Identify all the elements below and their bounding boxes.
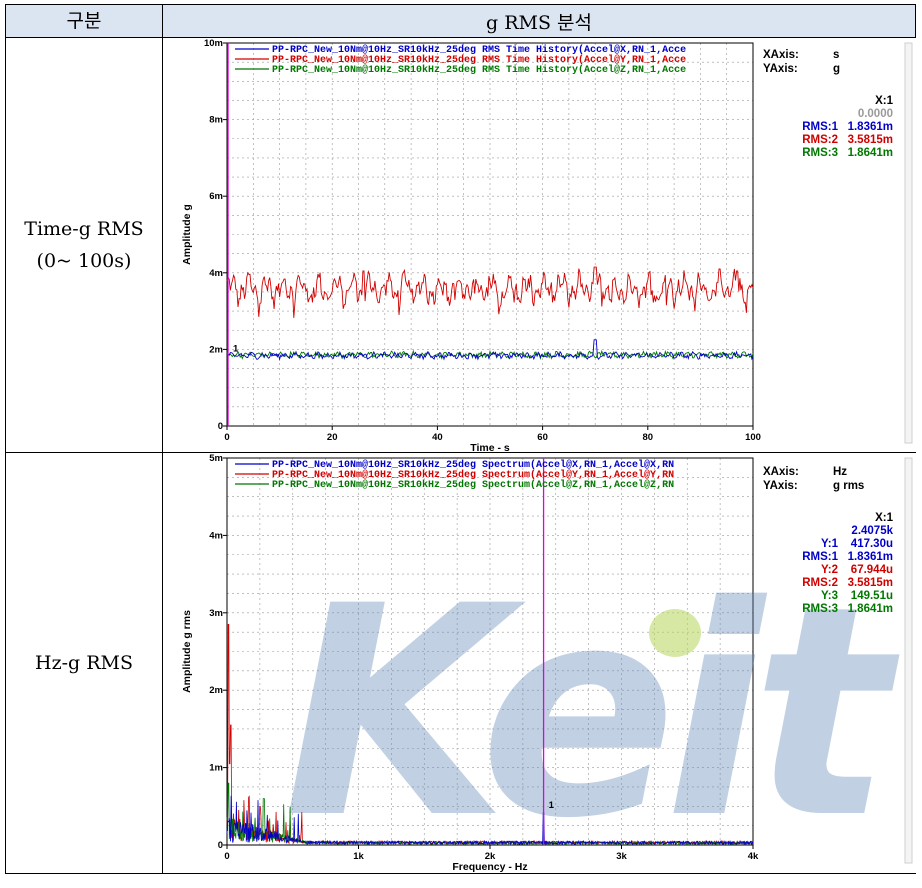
- row-label-time-line1: Time-g RMS: [24, 218, 144, 240]
- keit-watermark: Keit: [283, 545, 901, 873]
- readout-rms3-label: RMS:3: [802, 147, 838, 159]
- xaxis-label: XAxis:: [763, 49, 799, 61]
- time-rms-chart: 0 20 40 60 80 100 0 2m 4m 6m 8m 10m Time - s Amplitud…: [163, 38, 916, 452]
- header-analysis: g RMS 분석: [162, 4, 916, 38]
- readout-rms3-value: 1.8641m: [848, 147, 893, 159]
- spectrum-chart: 0 1k 2k 3k 4k01m2m3m4m5mFrequency - HzAmplit…: [163, 453, 916, 873]
- readout-y2-value: 67.944u: [851, 564, 893, 576]
- x-tick-label: 0: [224, 851, 229, 862]
- watermark-dot: [649, 609, 701, 657]
- x-axis-label: Time - s: [470, 442, 510, 452]
- readout-y1-value: 417.30u: [851, 538, 893, 550]
- xaxis-unit: s: [833, 49, 839, 61]
- y-axis-label: Amplitude g: [181, 204, 193, 265]
- readout-rms2-label: RMS:2: [802, 577, 838, 589]
- readout-x1-value: 2.4075k: [851, 525, 893, 537]
- y-tick-label: 10m: [204, 38, 223, 49]
- readout-rms1-label: RMS:1: [802, 121, 838, 133]
- cursor-label: 1: [549, 800, 555, 811]
- readout-y2-label: Y:2: [821, 564, 838, 576]
- x-tick-label: 80: [643, 432, 654, 443]
- y-tick-label: 2m: [209, 344, 223, 355]
- time-chart-cell: 0 20 40 60 80 100 0 2m 4m 6m 8m 10m Time - s Amplitud…: [162, 37, 916, 453]
- legend-entry: PP-RPC_New_10Nm@10Hz_SR10kHz_25deg Spect…: [272, 479, 674, 491]
- readout-rms1-value: 1.8361m: [848, 121, 893, 133]
- xaxis-unit: Hz: [833, 466, 847, 478]
- chart-background: [163, 38, 916, 452]
- readout-rms3-value: 1.8641m: [848, 603, 893, 615]
- readout-y3-label: Y:3: [821, 590, 838, 602]
- readout-rms1-value: 1.8361m: [848, 551, 893, 563]
- readout-rms2-value: 3.5815m: [848, 134, 893, 146]
- y-tick-label: 1m: [209, 763, 223, 774]
- y-tick-label: 8m: [209, 115, 223, 126]
- yaxis-unit: g rms: [833, 480, 864, 492]
- x-tick-label: 100: [745, 432, 761, 443]
- scrollbar-track: [904, 457, 913, 864]
- y-tick-label: 4m: [209, 268, 223, 279]
- readout-y1-label: Y:1: [821, 538, 839, 550]
- row-label-time-line2: (0~ 100s): [36, 250, 132, 272]
- x-tick-label: 40: [432, 432, 443, 443]
- analysis-table: 구분 g RMS 분석 Time-g RMS (0~ 100s) 0 20 40 60…: [5, 4, 916, 874]
- y-tick-label: 5m: [209, 453, 223, 464]
- yaxis-label: YAxis:: [763, 480, 798, 492]
- x-tick-label: 0: [224, 432, 229, 443]
- y-tick-label: 2m: [209, 685, 223, 696]
- yaxis-label: YAxis:: [763, 63, 798, 75]
- y-tick-label: 3m: [209, 608, 223, 619]
- readout-x1-label: X:1: [875, 512, 894, 524]
- readout-x1-value: 0.0000: [858, 108, 893, 120]
- readout-y3-value: 149.51u: [851, 590, 893, 602]
- scrollbar-track: [904, 42, 913, 444]
- cursor-label: 1: [233, 343, 239, 354]
- y-tick-label: 6m: [209, 191, 223, 202]
- readout-x1-label: X:1: [875, 95, 894, 107]
- legend-entry: PP-RPC_New_10Nm@10Hz_SR10kHz_25deg RMS T…: [272, 64, 686, 76]
- readout-rms2-value: 3.5815m: [848, 577, 893, 589]
- y-tick-label: 4m: [209, 530, 223, 541]
- y-tick-label: 0: [218, 421, 223, 432]
- yaxis-unit: g: [833, 63, 840, 75]
- row-label-time: Time-g RMS (0~ 100s): [5, 37, 163, 453]
- freq-chart-cell: 0 1k 2k 3k 4k 0 1m 2m 3m 4m 5m Frequency - Hz Amplit…: [162, 452, 916, 874]
- readout-rms3-label: RMS:3: [802, 603, 838, 615]
- xaxis-label: XAxis:: [763, 466, 799, 478]
- x-tick-label: 20: [327, 432, 338, 443]
- y-axis-label: Amplitude g rms: [181, 610, 193, 693]
- header-category: 구분: [5, 4, 163, 38]
- readout-rms1-label: RMS:1: [802, 551, 838, 563]
- readout-rms2-label: RMS:2: [802, 134, 838, 146]
- x-tick-label: 60: [537, 432, 548, 443]
- y-tick-label: 0: [218, 840, 223, 851]
- row-label-freq: Hz-g RMS: [5, 452, 163, 874]
